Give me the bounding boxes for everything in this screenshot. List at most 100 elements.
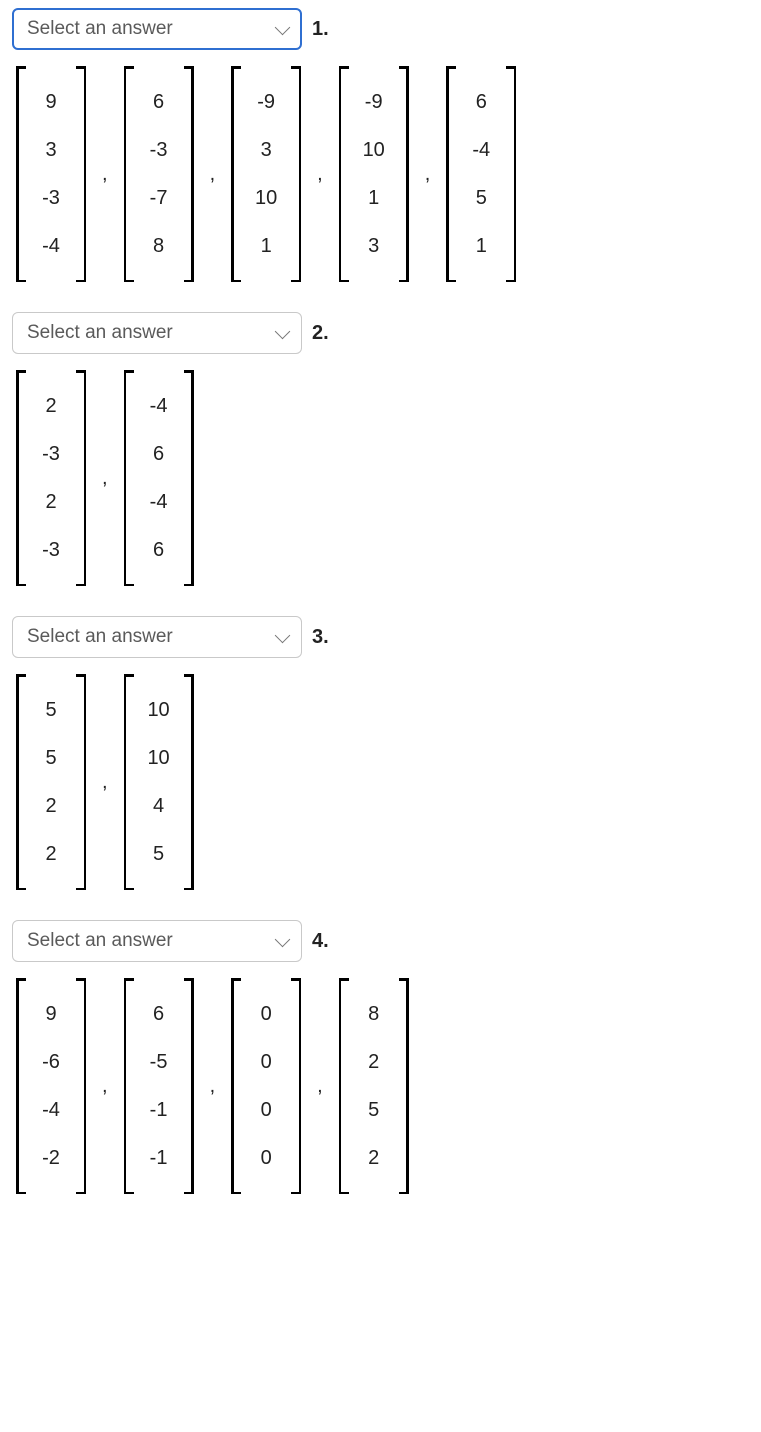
vector-entries: 2-32-3: [26, 370, 76, 586]
vector-entry: 0: [247, 1134, 285, 1182]
vector-entry: 5: [32, 734, 70, 782]
vector-entry: 5: [32, 686, 70, 734]
vector-entry: 3: [247, 126, 285, 174]
question-number: 3.: [312, 626, 329, 649]
separator-comma: ,: [208, 163, 218, 186]
bracket-right-icon: [399, 978, 409, 1194]
column-vector: -93101: [231, 66, 301, 282]
column-vector: 6-3-78: [124, 66, 194, 282]
vector-entry: 2: [32, 782, 70, 830]
bracket-left-icon: [231, 66, 241, 282]
bracket-left-icon: [446, 66, 456, 282]
vector-entry: 5: [462, 174, 500, 222]
vector-entry: 2: [32, 478, 70, 526]
bracket-left-icon: [339, 978, 349, 1194]
vector-entry: 9: [32, 78, 70, 126]
bracket-left-icon: [16, 674, 26, 890]
vector-entry: 10: [140, 686, 178, 734]
column-vector: 6-5-1-1: [124, 978, 194, 1194]
vector-list: 93-3-4,6-3-78,-93101,-91013,6-451: [16, 66, 749, 282]
bracket-left-icon: [16, 978, 26, 1194]
select-wrap: Select an answer: [12, 616, 302, 658]
bracket-right-icon: [506, 66, 516, 282]
vector-entry: 1: [462, 222, 500, 270]
select-wrap: Select an answer: [12, 312, 302, 354]
vector-entry: -5: [140, 1038, 178, 1086]
answer-select[interactable]: Select an answer: [12, 312, 302, 354]
vector-entry: 8: [140, 222, 178, 270]
vector-entry: 0: [247, 1038, 285, 1086]
vector-entries: 93-3-4: [26, 66, 76, 282]
answer-select[interactable]: Select an answer: [12, 8, 302, 50]
vector-entry: 10: [140, 734, 178, 782]
vector-list: 5522,101045: [16, 674, 749, 890]
vector-entry: 5: [355, 1086, 393, 1134]
vector-list: 9-6-4-2,6-5-1-1,0000,8252: [16, 978, 749, 1194]
bracket-right-icon: [76, 66, 86, 282]
vector-entry: 10: [247, 174, 285, 222]
bracket-right-icon: [399, 66, 409, 282]
bracket-right-icon: [184, 66, 194, 282]
bracket-left-icon: [16, 66, 26, 282]
bracket-right-icon: [76, 370, 86, 586]
vector-entry: 2: [32, 830, 70, 878]
column-vector: 9-6-4-2: [16, 978, 86, 1194]
column-vector: 2-32-3: [16, 370, 86, 586]
vector-entry: 3: [32, 126, 70, 174]
vector-entry: 6: [462, 78, 500, 126]
separator-comma: ,: [100, 771, 110, 794]
vector-entry: -7: [140, 174, 178, 222]
select-wrap: Select an answer: [12, 8, 302, 50]
bracket-right-icon: [184, 370, 194, 586]
vector-entry: -4: [140, 382, 178, 430]
vector-entries: -93101: [241, 66, 291, 282]
vector-list: 2-32-3,-46-46: [16, 370, 749, 586]
vector-entry: 10: [355, 126, 393, 174]
column-vector: 5522: [16, 674, 86, 890]
separator-comma: ,: [423, 163, 433, 186]
vector-entry: 3: [355, 222, 393, 270]
separator-comma: ,: [315, 163, 325, 186]
separator-comma: ,: [100, 163, 110, 186]
vector-entry: 0: [247, 990, 285, 1038]
vector-entry: -9: [247, 78, 285, 126]
vector-entry: -4: [140, 478, 178, 526]
separator-comma: ,: [208, 1075, 218, 1098]
vector-entry: 6: [140, 430, 178, 478]
bracket-right-icon: [291, 978, 301, 1194]
vector-entries: -46-46: [134, 370, 184, 586]
vector-entry: -3: [32, 526, 70, 574]
vector-entries: -91013: [349, 66, 399, 282]
bracket-left-icon: [124, 674, 134, 890]
column-vector: 8252: [339, 978, 409, 1194]
answer-select[interactable]: Select an answer: [12, 920, 302, 962]
bracket-right-icon: [184, 978, 194, 1194]
separator-comma: ,: [100, 1075, 110, 1098]
question-number: 2.: [312, 322, 329, 345]
bracket-right-icon: [76, 978, 86, 1194]
vector-entry: 2: [32, 382, 70, 430]
vector-entry: 8: [355, 990, 393, 1038]
vector-entries: 5522: [26, 674, 76, 890]
column-vector: 93-3-4: [16, 66, 86, 282]
vector-entry: -1: [140, 1134, 178, 1182]
separator-comma: ,: [315, 1075, 325, 1098]
column-vector: 101045: [124, 674, 194, 890]
vector-entry: 9: [32, 990, 70, 1038]
vector-entry: -3: [32, 174, 70, 222]
vector-entry: 6: [140, 78, 178, 126]
vector-entry: -3: [32, 430, 70, 478]
vector-entry: 5: [140, 830, 178, 878]
column-vector: 6-451: [446, 66, 516, 282]
vector-entry: -2: [32, 1134, 70, 1182]
vector-entries: 6-5-1-1: [134, 978, 184, 1194]
separator-comma: ,: [100, 467, 110, 490]
question-number: 4.: [312, 930, 329, 953]
vector-entry: 6: [140, 990, 178, 1038]
question-row: Select an answer 3.: [12, 616, 749, 658]
vector-entry: 2: [355, 1038, 393, 1086]
vector-entries: 9-6-4-2: [26, 978, 76, 1194]
vector-entry: -3: [140, 126, 178, 174]
bracket-right-icon: [291, 66, 301, 282]
answer-select[interactable]: Select an answer: [12, 616, 302, 658]
